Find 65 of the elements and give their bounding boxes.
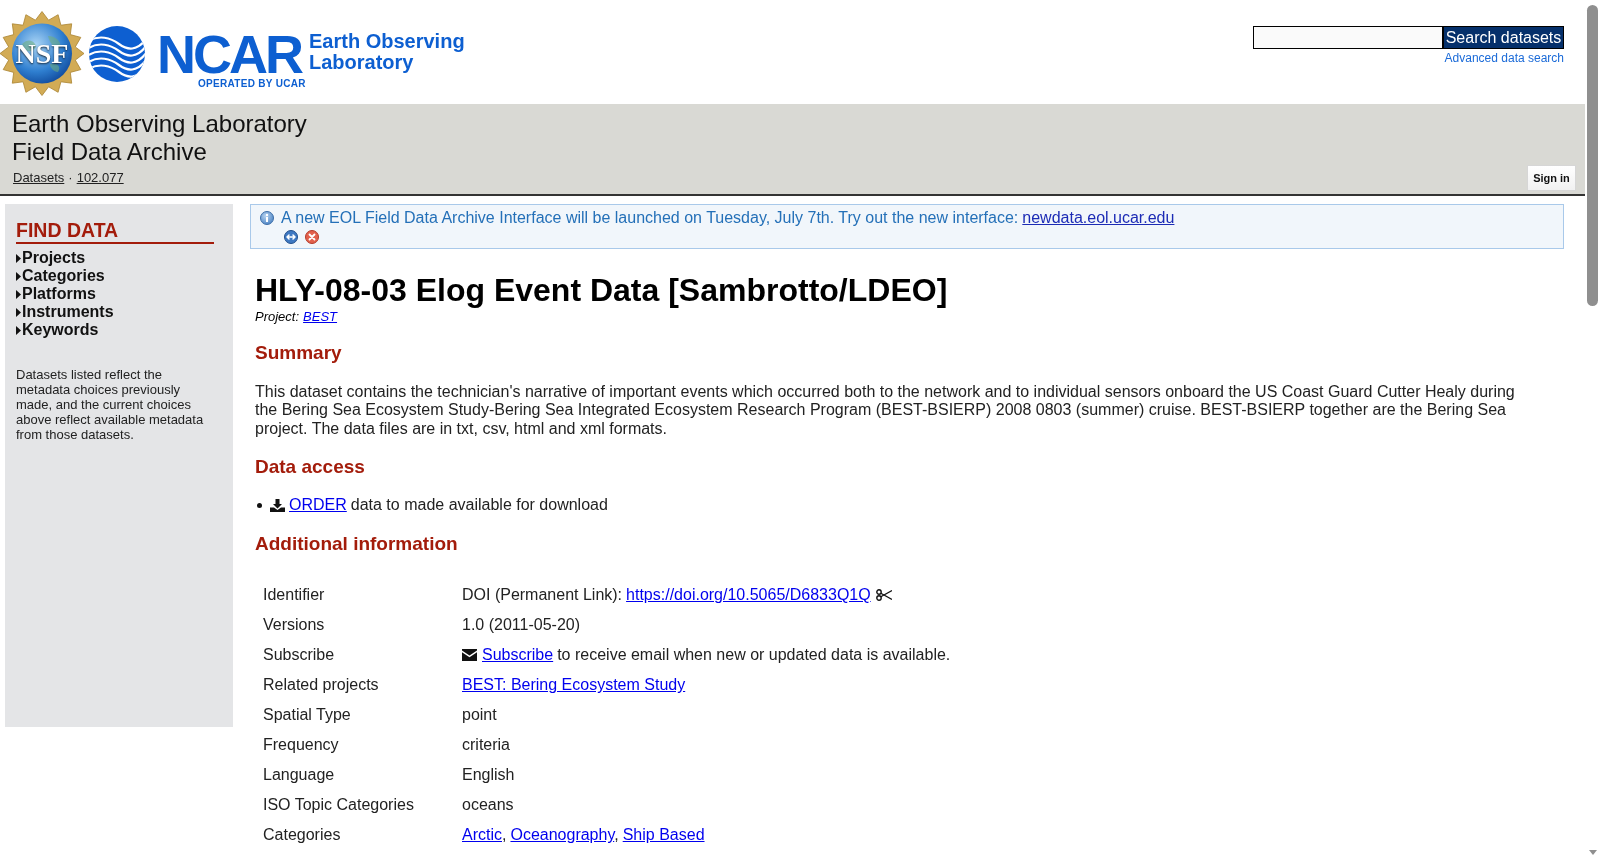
scissors-icon[interactable]: [875, 589, 892, 602]
doi-text: DOI (Permanent Link): https://doi.org/10.5065/D6833Q1Q: [462, 586, 871, 605]
close-icon[interactable]: [305, 230, 319, 244]
sidebar-link[interactable]: Keywords: [16, 321, 233, 339]
notice-text: A new EOL Field Data Archive Interface will be launched on Tuesday, July 7th. Try out the new interface: newdata.eol.ucar.edu: [281, 209, 1175, 227]
doi-link[interactable]: https://doi.org/10.5065/D6833Q1Q: [626, 586, 871, 604]
project-link[interactable]: BEST: [303, 309, 338, 324]
field-value: point: [462, 706, 497, 725]
sidebar-link[interactable]: Platforms: [16, 285, 233, 303]
field-value: English: [462, 766, 515, 785]
value-link[interactable]: Oceanography: [510, 826, 615, 844]
field-value: 1.0 (2011-05-20): [462, 616, 580, 635]
logo-subtitle: Laboratory: [309, 52, 414, 73]
search-button[interactable]: Search datasets: [1443, 26, 1564, 49]
breadcrumbs: Datasets · 102.077: [13, 170, 125, 185]
field-label: Spatial Type: [263, 706, 351, 724]
field-value: criteria: [462, 736, 510, 755]
value-link[interactable]: Arctic: [462, 826, 502, 844]
sign-in-button[interactable]: Sign in: [1527, 165, 1576, 191]
scrollbar-thumb[interactable]: [1587, 5, 1598, 306]
subscribe-link[interactable]: Subscribe: [482, 646, 554, 664]
field-label: Versions: [263, 616, 325, 634]
sidebar-note: Datasets listed reflect the metadata choices previously made, and the current choices above reflect available metadata from those datasets.: [16, 367, 205, 442]
logo-text: NSF: [15, 39, 69, 68]
download-icon: [270, 498, 285, 512]
field-label: Categories: [263, 826, 341, 844]
field-label: Language: [263, 766, 335, 784]
value-link[interactable]: Ship Based: [622, 826, 705, 844]
link-list: Arctic, Oceanography, Ship Based: [462, 826, 705, 845]
field-label: Identifier: [263, 586, 325, 604]
info-icon: [260, 211, 274, 225]
section-heading: Data access: [255, 456, 366, 479]
section-heading: Summary: [255, 342, 343, 364]
section-heading: Additional information: [255, 533, 459, 556]
order-link[interactable]: ORDER: [289, 496, 347, 514]
breadcrumb-link[interactable]: Datasets: [13, 170, 65, 185]
mail-icon: [462, 649, 477, 662]
scroll-down-icon[interactable]: [1588, 850, 1597, 855]
logo-tagline: OPERATED BY UCAR: [198, 79, 307, 89]
breadcrumb-link[interactable]: 102.077: [76, 170, 124, 185]
value-link[interactable]: BEST: Bering Ecosystem Study: [462, 676, 686, 695]
sidebar-link[interactable]: Projects: [16, 249, 233, 267]
sidebar-heading: FIND DATA: [16, 219, 214, 244]
site-title: Earth Observing Laboratory: [12, 110, 307, 138]
order-text: ORDER data to made available for download: [289, 496, 608, 515]
notice-link[interactable]: newdata.eol.ucar.edu: [1022, 209, 1175, 226]
field-label: Subscribe: [263, 646, 335, 664]
wave-circle-icon: [89, 26, 145, 82]
logo-subtitle: Earth Observing: [309, 31, 465, 52]
site-title: Field Data Archive: [12, 137, 208, 165]
bullet-icon: [257, 502, 262, 508]
advanced-search-link[interactable]: Advanced data search: [1444, 51, 1564, 65]
sunburst-globe-icon: [0, 10, 84, 97]
field-label: Related projects: [263, 676, 379, 694]
dataset-title: HLY-08-03 Elog Event Data [Sambrotto/LDEO]: [255, 272, 949, 309]
field-label: ISO Topic Categories: [263, 796, 414, 814]
sidebar-link[interactable]: Categories: [16, 267, 233, 285]
subscribe-text: Subscribe to receive email when new or updated data is available.: [482, 646, 951, 665]
field-value: oceans: [462, 796, 514, 815]
search-field[interactable]: [1253, 26, 1443, 49]
project-line: Project: BEST: [255, 309, 338, 324]
expand-arrows-icon[interactable]: [284, 230, 298, 244]
field-label: Frequency: [263, 736, 339, 754]
summary-text: This dataset contains the technician's narrative of important events which occurred both to the network and to individual sensors onboard the US Coast Guard Cutter Healy during the Bering Sea Ecosystem Study-Bering Sea Integrated Ecosystem Research Program (BEST-BSIERP) 2008 0803 (summer) cruise. BEST-BSIERP together are the Bering Sea project. The data files are in txt, csv, html and xml formats.: [255, 383, 1516, 439]
sidebar-link[interactable]: Instruments: [16, 303, 233, 321]
